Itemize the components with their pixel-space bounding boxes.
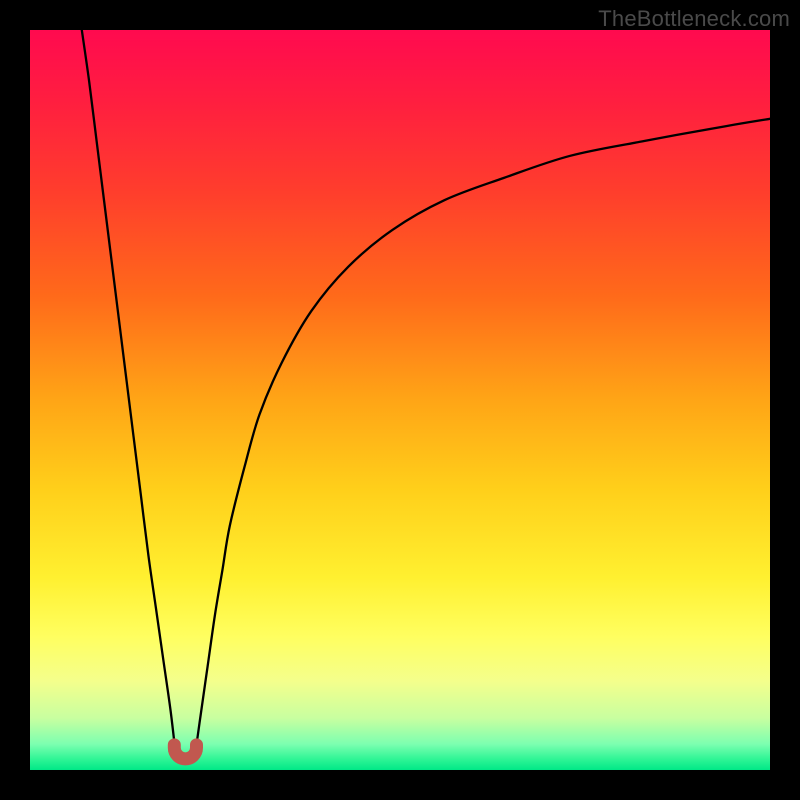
chart-svg: [30, 30, 770, 770]
watermark-text: TheBottleneck.com: [598, 6, 790, 32]
plot-area: [30, 30, 770, 770]
chart-frame: TheBottleneck.com: [0, 0, 800, 800]
gradient-background: [30, 30, 770, 770]
